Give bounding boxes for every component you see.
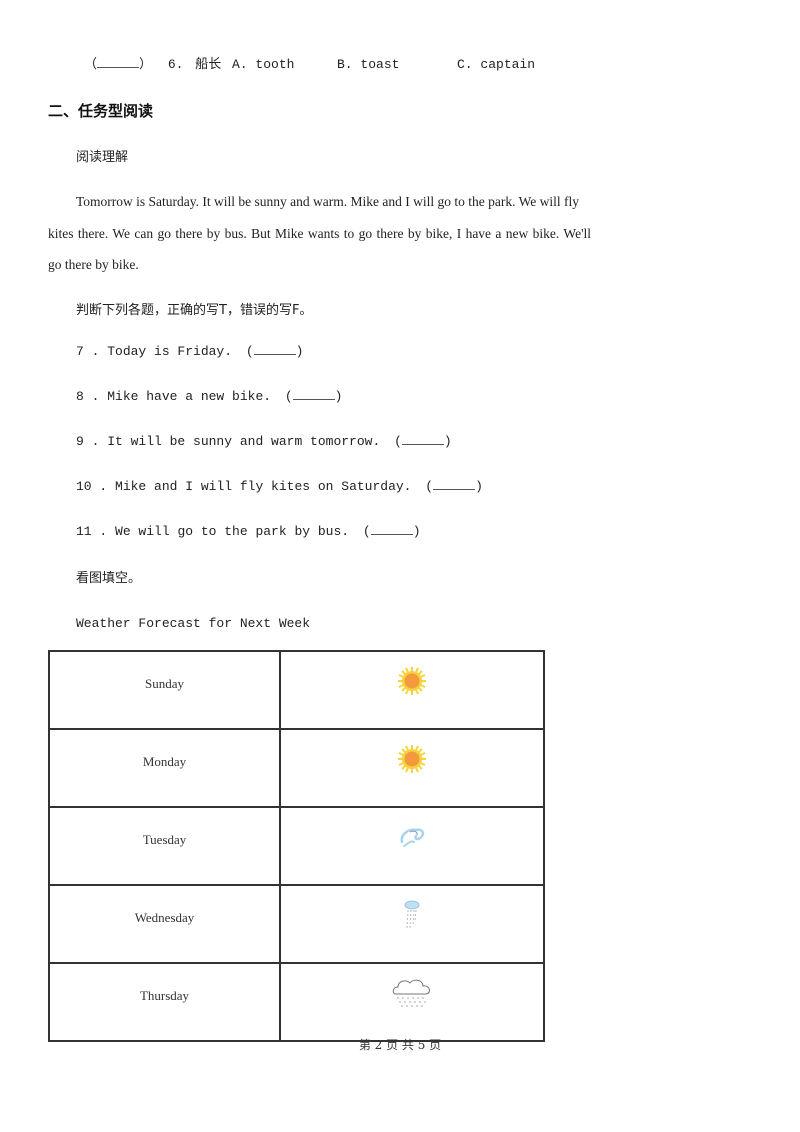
weather-cell: [279, 806, 545, 886]
day-cell: Wednesday: [48, 884, 281, 964]
question-text: Today is Friday.: [107, 344, 233, 359]
option-letter: A.: [232, 57, 248, 72]
passage-line-3: go there by bike.: [48, 257, 139, 272]
option-text: tooth: [255, 57, 295, 72]
answer-blank-11[interactable]: [370, 524, 413, 535]
question-8: 8 . Mike have a new bike. (): [76, 389, 343, 404]
answer-blank-9[interactable]: [401, 434, 444, 445]
answer-blank-10[interactable]: [433, 479, 476, 490]
table-row: Thursday: [48, 962, 545, 1042]
option-text: captain: [480, 57, 536, 72]
question-text: It will be sunny and warm tomorrow.: [107, 434, 381, 449]
question-text: Mike have a new bike.: [107, 389, 272, 404]
weather-cell: [279, 884, 545, 964]
question-word: 船长: [195, 57, 222, 72]
section-subheading: 阅读理解: [76, 150, 129, 165]
page-number: 第 2 页 共 5 页: [358, 1038, 442, 1052]
table-row: Sunday: [48, 650, 545, 730]
question-number: 9 .: [76, 434, 100, 449]
weather-forecast-table: Sunday Monday Tuesday Wednesday Thursday: [48, 650, 545, 1042]
question-number: 7 .: [76, 344, 100, 359]
day-cell: Monday: [48, 728, 281, 808]
windy-icon: [400, 827, 425, 847]
option-letter: C.: [457, 57, 473, 72]
answer-bracket-open: （: [84, 57, 98, 72]
true-false-instruction: 判断下列各题，正确的写T，错误的写F。: [76, 303, 313, 318]
option-c: C. captain: [457, 57, 535, 73]
question-10: 10 . Mike and I will fly kites on Saturd…: [76, 479, 483, 494]
table-row: Wednesday: [48, 884, 545, 964]
question-6: （ ） 6. 船长: [84, 57, 221, 73]
weather-cell: [279, 728, 545, 808]
table-title: Weather Forecast for Next Week: [76, 616, 311, 631]
rainy-cloud-icon: [392, 979, 431, 1007]
answer-blank-6[interactable]: [97, 57, 140, 68]
question-text: Mike and I will fly kites on Saturday.: [115, 479, 412, 494]
day-cell: Sunday: [48, 650, 281, 730]
option-b: B. toast: [337, 57, 399, 73]
answer-bracket-close: ）: [139, 57, 153, 72]
section-heading: 二、任务型阅读: [48, 102, 154, 120]
option-letter: B.: [337, 57, 353, 72]
day-cell: Tuesday: [48, 806, 281, 886]
question-number: 10 .: [76, 479, 108, 494]
sunny-icon: [398, 666, 426, 695]
table-row: Tuesday: [48, 806, 545, 886]
answer-blank-8[interactable]: [292, 389, 335, 400]
passage-line-2: kites there. We can go there by bus. But…: [48, 226, 591, 241]
day-cell: Thursday: [48, 962, 281, 1042]
answer-blank-7[interactable]: [253, 344, 296, 355]
question-7: 7 . Today is Friday. (): [76, 344, 304, 359]
option-text: toast: [360, 57, 400, 72]
option-a: A. tooth: [232, 57, 294, 73]
question-number: 6.: [167, 57, 184, 72]
weather-cell: [279, 962, 545, 1042]
question-11: 11 . We will go to the park by bus. (): [76, 524, 421, 539]
question-text: We will go to the park by bus.: [115, 524, 350, 539]
passage-line-1: Tomorrow is Saturday. It will be sunny a…: [76, 194, 580, 209]
question-number: 11 .: [76, 524, 108, 539]
question-number: 8 .: [76, 389, 100, 404]
question-9: 9 . It will be sunny and warm tomorrow. …: [76, 434, 452, 449]
fill-instruction: 看图填空。: [76, 571, 142, 586]
sunny-icon: [398, 744, 426, 773]
shower-icon: [404, 900, 420, 928]
table-row: Monday: [48, 728, 545, 808]
weather-cell: [279, 650, 545, 730]
